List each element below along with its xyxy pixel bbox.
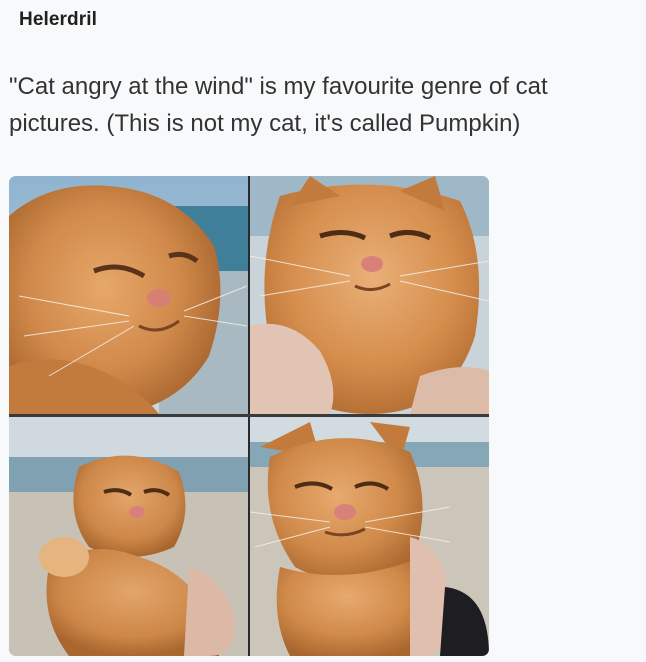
photo-grid	[9, 176, 489, 656]
post-card: Helerdril "Cat angry at the wind" is my …	[0, 0, 646, 662]
cat-photo-3[interactable]	[9, 417, 248, 656]
post-text: "Cat angry at the wind" is my favourite …	[9, 73, 548, 137]
cat-photo-2[interactable]	[250, 176, 489, 414]
cat-photo-4[interactable]	[250, 417, 489, 656]
cat-photo-1[interactable]	[9, 176, 248, 414]
post-author[interactable]: Helerdril	[19, 9, 97, 31]
grid-divider-horizontal	[9, 414, 489, 417]
